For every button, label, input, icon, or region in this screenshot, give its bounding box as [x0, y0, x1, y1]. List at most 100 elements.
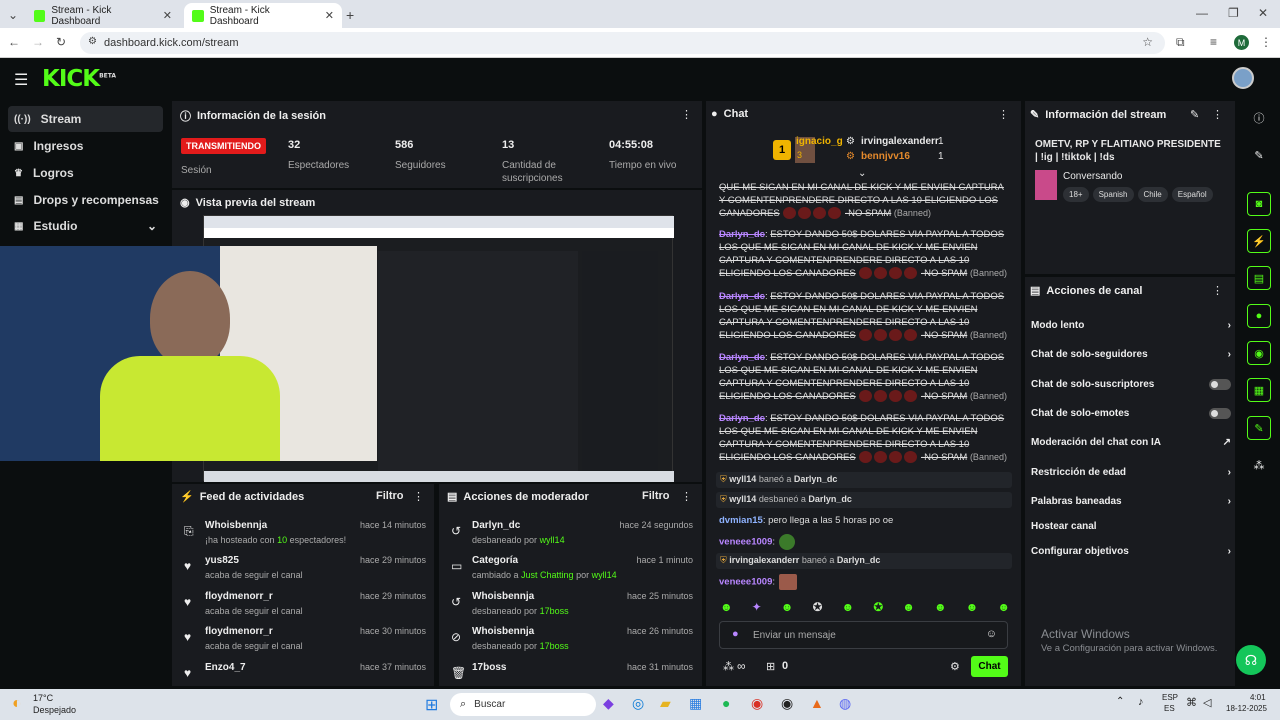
- kebab-menu-icon[interactable]: ⋮: [1212, 284, 1223, 297]
- emote-icon[interactable]: ☻: [720, 600, 733, 616]
- weather-temp[interactable]: 17°C: [33, 693, 53, 703]
- event-target[interactable]: Darlyn_dc: [794, 474, 838, 484]
- mod-target[interactable]: Whoisbennja: [472, 626, 534, 637]
- copilot-icon[interactable]: ◆: [603, 695, 614, 712]
- user-avatar[interactable]: [1232, 67, 1254, 89]
- chat-username[interactable]: Darlyn_dc: [719, 291, 765, 302]
- taskbar-search[interactable]: ⌕ Buscar: [450, 693, 596, 716]
- kebab-menu-icon[interactable]: ⋮: [681, 108, 692, 121]
- lightning-icon[interactable]: ⚡: [1247, 229, 1271, 253]
- chat-username[interactable]: Darlyn_dc: [719, 413, 765, 424]
- emote-icon[interactable]: ☻: [966, 600, 979, 616]
- leader-name[interactable]: irvingalexanderr: [861, 136, 939, 147]
- event-actor[interactable]: irvingalexanderr: [729, 555, 799, 565]
- age-restriction-row[interactable]: Restricción de edad ›: [1031, 463, 1231, 481]
- chat-username[interactable]: Darlyn_dc: [719, 352, 765, 363]
- mod-target[interactable]: Categoría: [472, 555, 518, 566]
- language-code[interactable]: ESP: [1162, 693, 1178, 702]
- goals-row[interactable]: Configurar objetivos ›: [1031, 542, 1231, 560]
- kebab-menu-icon[interactable]: ⋮: [413, 490, 424, 503]
- emote-icon[interactable]: ✪: [873, 600, 883, 616]
- chat-username[interactable]: veneee1009: [719, 537, 772, 548]
- site-info-icon[interactable]: ⚙: [88, 36, 97, 47]
- weather-desc[interactable]: Despejado: [33, 705, 76, 715]
- bookmark-star-icon[interactable]: ☆: [1142, 35, 1153, 49]
- sidebar-item-drops[interactable]: ▤ Drops y recompensas: [8, 187, 163, 213]
- emoji-picker-icon[interactable]: ☺: [986, 628, 997, 640]
- new-tab-icon[interactable]: +: [346, 7, 354, 23]
- app-icon[interactable]: ▲: [810, 695, 824, 711]
- sidebar-item-logros[interactable]: ♛ Logros: [8, 160, 163, 186]
- volume-icon[interactable]: ◁: [1203, 696, 1211, 709]
- event-actor[interactable]: wyll14: [729, 474, 756, 484]
- leader-name[interactable]: bennjvv16: [861, 151, 910, 162]
- banned-words-row[interactable]: Palabras baneadas ›: [1031, 492, 1231, 510]
- feed-user[interactable]: yus825: [205, 555, 239, 566]
- feed-user[interactable]: floydmenorr_r: [205, 591, 273, 602]
- kebab-menu-icon[interactable]: ⋮: [998, 108, 1009, 121]
- clock-time[interactable]: 4:01: [1250, 693, 1266, 702]
- stream-category[interactable]: Conversando: [1063, 171, 1122, 182]
- feed-filter-button[interactable]: Filtro: [376, 490, 404, 502]
- store-icon[interactable]: ▦: [689, 695, 702, 712]
- tab-list-chevron-icon[interactable]: ⌄: [6, 8, 20, 22]
- emote-icon[interactable]: ☻: [842, 600, 855, 616]
- event-actor[interactable]: wyll14: [729, 494, 756, 504]
- file-explorer-icon[interactable]: ▰: [660, 695, 671, 712]
- chat-bubble-icon[interactable]: ●: [1247, 304, 1271, 328]
- profile-avatar[interactable]: M: [1234, 35, 1249, 50]
- collapse-leaderboard-icon[interactable]: ⌄: [858, 168, 866, 179]
- gift-icon[interactable]: ⊞: [766, 660, 775, 673]
- kebab-menu-icon[interactable]: ⋮: [681, 490, 692, 503]
- kick-logo[interactable]: KICKBETA: [42, 66, 116, 92]
- browser-tab-1[interactable]: Stream - Kick Dashboard ✕: [26, 3, 180, 28]
- app-icon[interactable]: ◉: [781, 695, 793, 712]
- sidebar-item-ingresos[interactable]: ▣ Ingresos: [8, 133, 163, 159]
- feed-user[interactable]: Whoisbennja: [205, 520, 267, 531]
- leader-name[interactable]: ignacio_g: [796, 136, 843, 147]
- emotes-only-toggle[interactable]: [1209, 407, 1231, 419]
- feed-user[interactable]: floydmenorr_r: [205, 626, 273, 637]
- emote-icon[interactable]: ☻: [997, 600, 1010, 616]
- minimize-icon[interactable]: —: [1196, 6, 1208, 20]
- browser-menu-icon[interactable]: ⋮: [1260, 35, 1272, 49]
- support-chat-icon[interactable]: ☊: [1236, 645, 1266, 675]
- emote-icon[interactable]: ✪: [812, 600, 822, 616]
- chat-username[interactable]: veneee1009: [719, 577, 772, 588]
- browser-tab-2[interactable]: Stream - Kick Dashboard ✕: [184, 3, 342, 28]
- tray-chevron-icon[interactable]: ⌃: [1116, 696, 1124, 707]
- hamburger-menu-icon[interactable]: ☰: [14, 70, 28, 90]
- chat-username[interactable]: Darlyn_dc: [719, 229, 765, 240]
- info-icon[interactable]: ⓘ: [1247, 106, 1271, 130]
- sidebar-item-estudio[interactable]: ▦ Estudio ⌄: [8, 213, 163, 239]
- followers-only-row[interactable]: Chat de solo-seguidores ›: [1031, 345, 1231, 363]
- mod-target[interactable]: Whoisbennja: [472, 591, 534, 602]
- url-field[interactable]: ⚙ dashboard.kick.com/stream ☆: [80, 32, 1165, 54]
- sidebar-item-stream[interactable]: ((·)) Stream: [8, 106, 163, 132]
- clock-date[interactable]: 18-12-2025: [1226, 704, 1267, 713]
- network-icon[interactable]: ⌘: [1186, 696, 1197, 709]
- host-channel-row[interactable]: Hostear canal: [1031, 517, 1231, 535]
- settings-gear-icon[interactable]: ⚙: [950, 660, 960, 673]
- camera-icon[interactable]: ◙: [1247, 192, 1271, 216]
- event-target[interactable]: Darlyn_dc: [837, 555, 881, 565]
- spotify-icon[interactable]: ●: [722, 695, 730, 711]
- forward-icon[interactable]: →: [32, 35, 44, 49]
- emote-icon[interactable]: ☻: [902, 600, 915, 616]
- emote-icon[interactable]: ☻: [781, 600, 794, 616]
- language-region[interactable]: ES: [1164, 704, 1175, 713]
- reload-icon[interactable]: ↻: [56, 35, 66, 49]
- subs-only-toggle[interactable]: [1209, 378, 1231, 390]
- users-icon[interactable]: ⁂: [1247, 453, 1271, 477]
- reading-list-icon[interactable]: ≡: [1210, 35, 1217, 49]
- close-tab-icon[interactable]: ✕: [163, 9, 172, 22]
- broadcast-icon[interactable]: ◉: [1247, 341, 1271, 365]
- document-icon[interactable]: ▤: [1247, 266, 1271, 290]
- ai-moderation-row[interactable]: Moderación del chat con IA ↗: [1031, 433, 1231, 451]
- emote-icon[interactable]: ✦: [752, 600, 762, 616]
- close-tab-icon[interactable]: ✕: [325, 9, 334, 22]
- mod-target[interactable]: Darlyn_dc: [472, 520, 520, 531]
- emote-icon[interactable]: ☻: [934, 600, 947, 616]
- chrome-icon[interactable]: ◉: [751, 695, 763, 712]
- chat-username[interactable]: dvmian15: [719, 515, 763, 526]
